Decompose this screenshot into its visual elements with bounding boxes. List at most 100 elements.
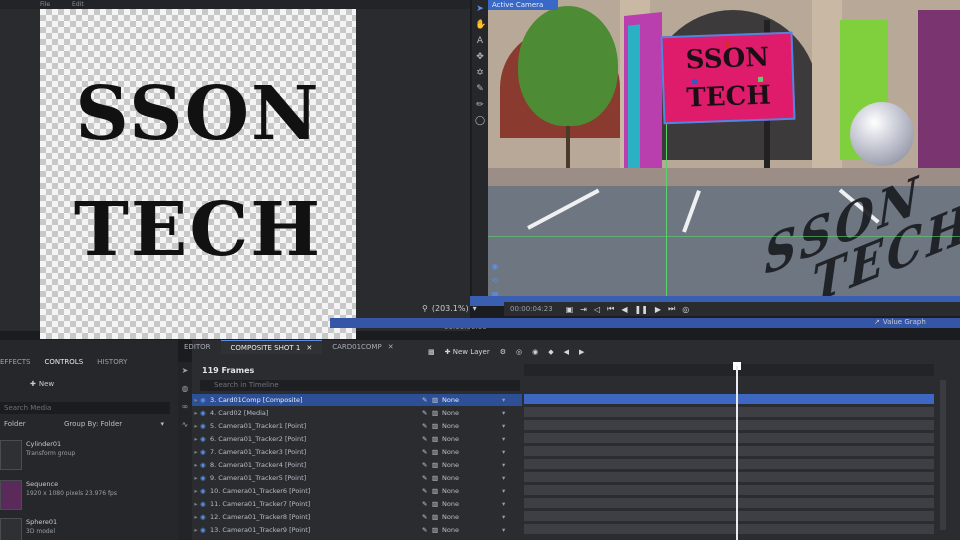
blend-mode-value[interactable]: None: [442, 513, 502, 521]
target-icon[interactable]: ◎: [516, 348, 522, 356]
track-row[interactable]: [524, 498, 934, 509]
expand-arrow-icon[interactable]: ▸: [192, 500, 200, 508]
zoom-control[interactable]: ⚲ (203.1%) ▾: [422, 304, 477, 313]
chevron-down-icon[interactable]: ▾: [502, 487, 512, 495]
parent-icon[interactable]: ▨: [432, 409, 442, 417]
loop-icon[interactable]: ▣: [566, 305, 574, 314]
tab-composite-shot-1[interactable]: COMPOSITE SHOT 1 ✕: [220, 340, 323, 354]
timeline-layer-row[interactable]: ▸ ◉ 9. Camera01_Tracker5 [Point] ✎ ▨ None ▾: [192, 472, 522, 484]
blend-mode-value[interactable]: None: [442, 487, 502, 495]
new-media-button[interactable]: ✚ New: [30, 380, 54, 388]
visibility-eye-icon[interactable]: ◉: [200, 422, 210, 430]
chevron-down-icon[interactable]: ▾: [502, 526, 512, 534]
expand-arrow-icon[interactable]: ▸: [192, 526, 200, 534]
link-icon[interactable]: ∞: [180, 402, 190, 412]
group-by-select[interactable]: Folder Group By: Folder ▾: [0, 420, 170, 432]
timeline-layer-row[interactable]: ▸ ◉ 3. Card01Comp [Composite] ✎ ▨ None ▾: [192, 394, 522, 406]
blend-mode-value[interactable]: None: [442, 526, 502, 534]
layer-viewer[interactable]: SSON TECH ⚲ (203.1%) ▾ 00:00:00:00: [0, 9, 487, 339]
timeline-layer-row[interactable]: ▸ ◉ 4. Card02 [Media] ✎ ▨ None ▾: [192, 407, 522, 419]
chevron-down-icon[interactable]: ▾: [502, 448, 512, 456]
hand-tool-icon[interactable]: ✋: [475, 20, 486, 30]
track-row[interactable]: [524, 407, 934, 418]
prev-frame-icon[interactable]: ◀: [564, 348, 569, 356]
playhead[interactable]: [736, 366, 738, 540]
visibility-eye-icon[interactable]: ◉: [200, 526, 210, 534]
pause-icon[interactable]: ❚❚: [635, 305, 648, 314]
next-frame-icon[interactable]: ▶: [579, 348, 584, 356]
media-search-input[interactable]: Search Media: [0, 402, 170, 414]
orbit-tool-icon[interactable]: ⟲: [490, 276, 500, 286]
chevron-down-icon[interactable]: ▾: [502, 422, 512, 430]
track-row[interactable]: [524, 524, 934, 535]
track-row[interactable]: [524, 420, 934, 431]
tab-effects[interactable]: EFFECTS: [0, 358, 31, 370]
visibility-eye-icon[interactable]: ◉: [200, 487, 210, 495]
media-item[interactable]: Cylinder01 Transform group: [0, 438, 170, 474]
blend-mode-value[interactable]: None: [442, 474, 502, 482]
select-tool-icon[interactable]: ➤: [475, 4, 485, 14]
transform-handle[interactable]: [692, 79, 698, 85]
pick-whip-icon[interactable]: ✎: [422, 448, 432, 456]
chevron-down-icon[interactable]: ▾: [502, 474, 512, 482]
tab-history[interactable]: HISTORY: [97, 358, 127, 370]
blend-mode-value[interactable]: None: [442, 461, 502, 469]
pick-whip-icon[interactable]: ✎: [422, 474, 432, 482]
scene-viewer[interactable]: Active Camera SSON TECH SSON TECH ◉ ⟲ ▦: [488, 0, 960, 302]
visibility-eye-icon[interactable]: ◉: [200, 474, 210, 482]
timeline-layer-row[interactable]: ▸ ◉ 5. Camera01_Tracker1 [Point] ✎ ▨ None ▾: [192, 420, 522, 432]
parent-icon[interactable]: ▨: [432, 500, 442, 508]
parent-icon[interactable]: ▨: [432, 513, 442, 521]
in-point-icon[interactable]: ⇥: [580, 305, 587, 314]
time-ruler[interactable]: [524, 364, 934, 376]
chevron-down-icon[interactable]: ▾: [502, 396, 512, 404]
track-row[interactable]: [524, 511, 934, 522]
pick-whip-icon[interactable]: ✎: [422, 435, 432, 443]
transform-tool-icon[interactable]: ✥: [475, 52, 485, 62]
composite-card[interactable]: SSON TECH: [660, 31, 796, 125]
pick-whip-icon[interactable]: ✎: [422, 500, 432, 508]
timeline-layer-row[interactable]: ▸ ◉ 12. Camera01_Tracker8 [Point] ✎ ▨ None ▾: [192, 511, 522, 523]
menu-item-edit[interactable]: Edit: [72, 1, 84, 8]
settings-icon[interactable]: ⚙: [500, 348, 506, 356]
pointer-icon[interactable]: ➤: [180, 366, 190, 376]
timeline-layer-row[interactable]: ▸ ◉ 11. Camera01_Tracker7 [Point] ✎ ▨ None ▾: [192, 498, 522, 510]
blend-mode-value[interactable]: None: [442, 435, 502, 443]
ripple-icon[interactable]: ◍: [180, 384, 190, 394]
track-row[interactable]: [524, 485, 934, 496]
track-row[interactable]: [524, 459, 934, 470]
expand-arrow-icon[interactable]: ▸: [192, 435, 200, 443]
track-row[interactable]: [524, 433, 934, 444]
timeline-layer-row[interactable]: ▸ ◉ 8. Camera01_Tracker4 [Point] ✎ ▨ None ▾: [192, 459, 522, 471]
pick-whip-icon[interactable]: ✎: [422, 461, 432, 469]
tab-controls[interactable]: CONTROLS: [45, 358, 84, 370]
visibility-eye-icon[interactable]: ◉: [200, 513, 210, 521]
visibility-eye-icon[interactable]: ◉: [200, 448, 210, 456]
timeline-layer-row[interactable]: ▸ ◉ 7. Camera01_Tracker3 [Point] ✎ ▨ None ▾: [192, 446, 522, 458]
expand-arrow-icon[interactable]: ▸: [192, 396, 200, 404]
track-row[interactable]: [524, 472, 934, 483]
pick-whip-icon[interactable]: ✎: [422, 422, 432, 430]
blend-mode-value[interactable]: None: [442, 448, 502, 456]
expand-arrow-icon[interactable]: ▸: [192, 422, 200, 430]
bucket-tool-icon[interactable]: ◯: [475, 116, 485, 126]
pick-whip-icon[interactable]: ✎: [422, 513, 432, 521]
brush-tool-icon[interactable]: ✏: [475, 100, 485, 110]
move-tool-icon[interactable]: ✡: [475, 68, 485, 78]
pick-whip-icon[interactable]: ✎: [422, 526, 432, 534]
parent-icon[interactable]: ▨: [432, 526, 442, 534]
prev-keyframe-icon[interactable]: ◁: [594, 305, 600, 314]
track-row[interactable]: [524, 446, 934, 457]
parent-icon[interactable]: ▨: [432, 474, 442, 482]
visibility-eye-icon[interactable]: ◉: [200, 461, 210, 469]
chevron-down-icon[interactable]: ▾: [502, 461, 512, 469]
parent-icon[interactable]: ▨: [432, 487, 442, 495]
expand-arrow-icon[interactable]: ▸: [192, 409, 200, 417]
pick-whip-icon[interactable]: ✎: [422, 487, 432, 495]
parent-icon[interactable]: ▨: [432, 448, 442, 456]
transform-handle[interactable]: [724, 41, 730, 48]
record-icon[interactable]: ◎: [682, 305, 689, 314]
timeline-search-input[interactable]: Search in Timeline: [200, 380, 520, 391]
parent-icon[interactable]: ▨: [432, 396, 442, 404]
skip-start-icon[interactable]: ⏮: [607, 304, 614, 314]
